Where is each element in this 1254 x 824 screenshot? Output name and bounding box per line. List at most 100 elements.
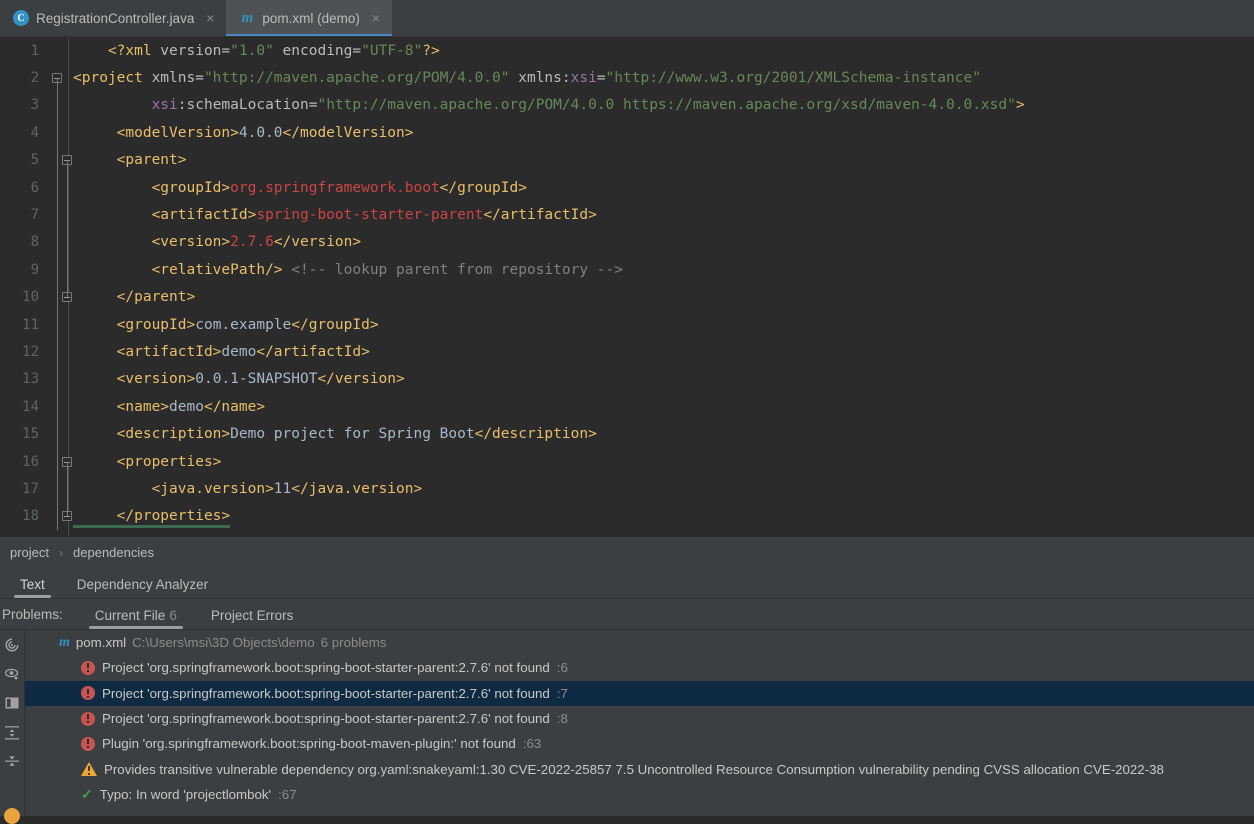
code-text: <modelVersion>4.0.0</modelVersion> — [68, 125, 414, 141]
fold-gutter[interactable] — [46, 91, 68, 120]
error-icon — [81, 686, 95, 701]
code-token: org.springframework.boot — [230, 179, 440, 196]
sort-icon[interactable] — [4, 724, 20, 740]
editor-tab-bar: C RegistrationController.java × m pom.xm… — [0, 0, 1254, 37]
fold-guide-line — [67, 283, 68, 298]
fold-gutter[interactable] — [46, 310, 68, 339]
fold-guide-line — [56, 78, 58, 92]
chevron-right-icon: › — [59, 545, 64, 560]
code-line: 10 </parent> — [0, 283, 1254, 311]
fold-gutter[interactable] — [46, 119, 68, 147]
code-token: Demo project for Spring Boot — [230, 426, 475, 443]
fold-gutter[interactable] — [46, 228, 68, 257]
problems-toolbar: Problems: Current File 6 Project Errors — [0, 599, 1254, 630]
fold-gutter[interactable] — [46, 256, 68, 284]
code-line: 17 <java.version>11</java.version> — [0, 475, 1254, 503]
fold-gutter[interactable] — [46, 447, 72, 476]
fold-gutter[interactable] — [46, 420, 68, 448]
problem-row[interactable]: ✓ Typo: In word 'projectlombok':67 — [25, 782, 1254, 807]
tab-registrationcontroller[interactable]: C RegistrationController.java × — [0, 0, 226, 36]
fold-guide-line — [56, 228, 58, 257]
layout-panel-icon[interactable] — [4, 695, 20, 711]
code-token: xsi — [151, 97, 178, 114]
code-line: 3 xsi:schemaLocation="http://maven.apach… — [0, 91, 1254, 120]
error-icon — [81, 711, 95, 726]
code-line: 8 <version>2.7.6</version> — [0, 228, 1254, 257]
line-number: 11 — [22, 316, 39, 333]
tab-pom-xml[interactable]: m pom.xml (demo) × — [226, 0, 392, 36]
fold-gutter[interactable] — [46, 283, 72, 311]
fold-guide-line — [56, 283, 58, 311]
problem-rows: Project 'org.springframework.boot:spring… — [25, 655, 1254, 807]
code-line: 1 <?xml version="1.0" encoding="UTF-8"?> — [0, 37, 1254, 64]
tab-dependency-analyzer[interactable]: Dependency Analyzer — [71, 577, 214, 598]
fold-gutter[interactable] — [46, 365, 68, 394]
problem-message: Project 'org.springframework.boot:spring… — [102, 660, 550, 676]
fold-gutter[interactable] — [46, 475, 68, 503]
fold-gutter[interactable] — [46, 338, 68, 366]
fold-gutter[interactable] — [46, 64, 68, 92]
problems-list: m pom.xml C:\Users\msi\3D Objects\demo 6… — [25, 630, 1254, 816]
problems-file-path: C:\Users\msi\3D Objects\demo — [132, 635, 315, 651]
fold-gutter[interactable] — [46, 393, 68, 421]
status-dot-icon[interactable] — [4, 808, 20, 824]
collapse-all-icon[interactable] — [4, 753, 20, 769]
problem-row[interactable]: Provides transitive vulnerable dependenc… — [25, 756, 1254, 781]
fold-gutter[interactable] — [46, 502, 72, 531]
code-token: version= — [151, 42, 231, 59]
breadcrumb-item-dependencies[interactable]: dependencies — [67, 545, 160, 560]
code-line: 2 <project xmlns="http://maven.apache.org… — [0, 64, 1254, 92]
fold-gutter[interactable] — [46, 146, 72, 174]
problem-row[interactable]: Project 'org.springframework.boot:spring… — [25, 680, 1254, 706]
fold-gutter[interactable] — [46, 37, 68, 64]
breadcrumb-item-project[interactable]: project — [4, 545, 55, 560]
problem-message: Provides transitive vulnerable dependenc… — [104, 761, 1164, 777]
inspections-icon[interactable] — [4, 637, 20, 653]
problem-line-number: :8 — [556, 711, 568, 727]
code-token: <parent> — [116, 152, 187, 169]
line-number: 4 — [30, 124, 39, 141]
close-icon[interactable]: × — [370, 11, 382, 25]
code-line: 5 <parent> — [0, 146, 1254, 174]
eye-visibility-icon[interactable] — [4, 666, 20, 682]
fold-gutter[interactable] — [46, 201, 68, 229]
code-token: ?> — [422, 42, 440, 59]
code-line: 4 <modelVersion>4.0.0</modelVersion> — [0, 119, 1254, 147]
tab-project-errors[interactable]: Project Errors — [203, 608, 302, 629]
tab-label: pom.xml (demo) — [262, 10, 360, 26]
problems-file-count: 6 problems — [320, 635, 387, 651]
problems-panel: m pom.xml C:\Users\msi\3D Objects\demo 6… — [0, 630, 1254, 824]
fold-guide-line — [56, 447, 58, 476]
fold-guide-line — [56, 420, 58, 448]
fold-guide-line — [56, 393, 58, 421]
fold-gutter[interactable] — [46, 173, 68, 202]
problem-row[interactable]: Plugin 'org.springframework.boot:spring-… — [25, 731, 1254, 756]
tab-text[interactable]: Text — [14, 577, 51, 598]
code-token: <relativePath/> — [151, 261, 283, 278]
problems-file-row[interactable]: m pom.xml C:\Users\msi\3D Objects\demo 6… — [25, 630, 1254, 655]
warning-icon — [81, 762, 97, 777]
close-icon[interactable]: × — [204, 11, 216, 25]
problem-row[interactable]: Project 'org.springframework.boot:spring… — [25, 655, 1254, 680]
code-line: 11 <groupId>com.example</groupId> — [0, 310, 1254, 339]
code-token: "http://www.w3.org/2001/XMLSchema-instan… — [605, 70, 981, 87]
tab-current-file[interactable]: Current File 6 — [87, 608, 185, 629]
problem-row[interactable]: Project 'org.springframework.boot:spring… — [25, 706, 1254, 731]
code-text: <version>2.7.6</version> — [68, 234, 362, 250]
fold-guide-line — [56, 338, 58, 366]
code-token: </properties> — [116, 508, 231, 525]
code-line: 18 </properties> — [0, 502, 1254, 531]
code-token: <artifactId> — [151, 207, 257, 224]
code-editor[interactable]: 1 <?xml version="1.0" encoding="UTF-8"?>… — [0, 37, 1254, 536]
code-line: 14 <name>demo</name> — [0, 393, 1254, 421]
code-line: 9 <relativePath/> <!-- lookup parent fro… — [0, 256, 1254, 284]
